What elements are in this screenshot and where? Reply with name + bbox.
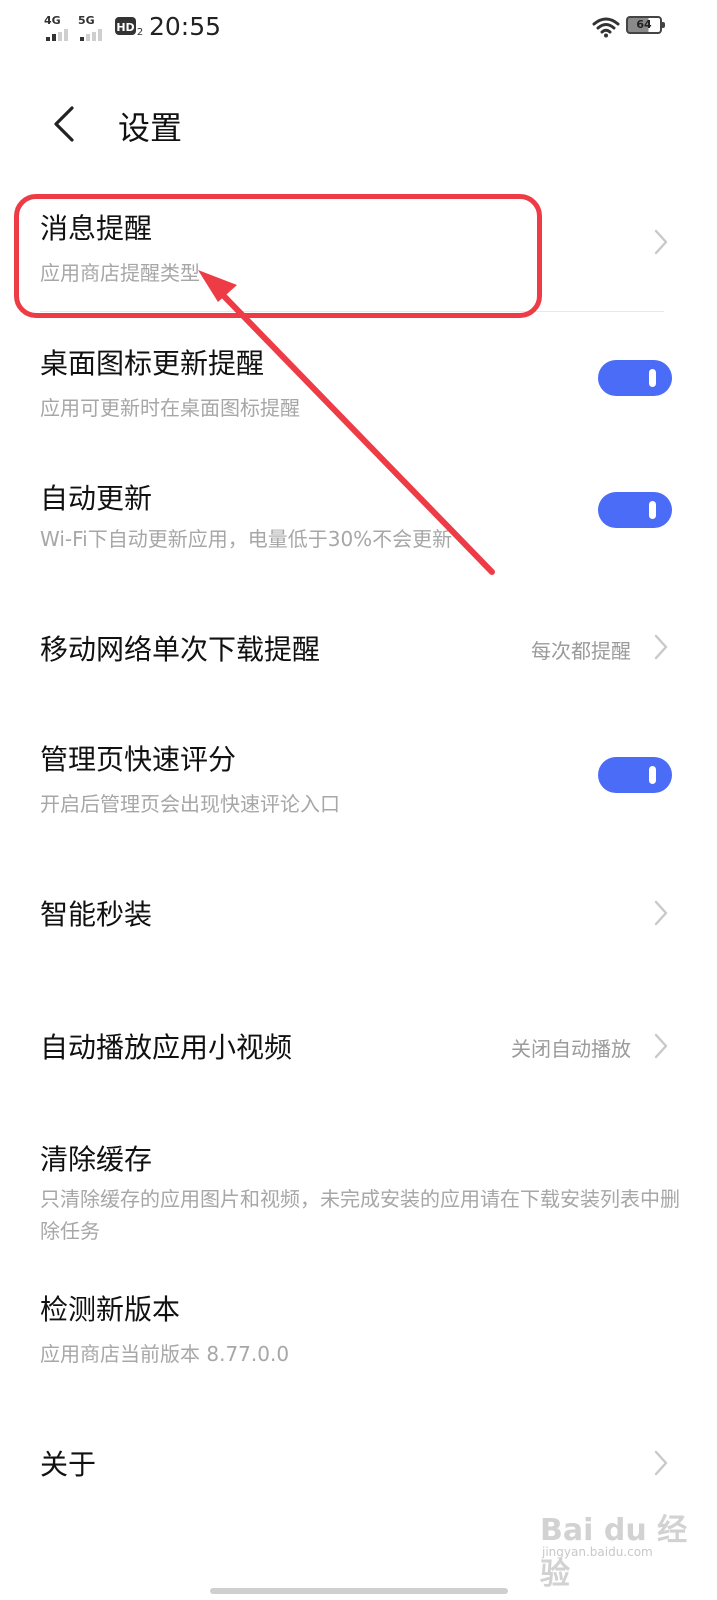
row-title: 自动更新 <box>40 482 153 515</box>
hd-label: HD <box>116 21 134 34</box>
row-subtitle: 只清除缓存的应用图片和视频，未完成安装的应用请在下载安装列表中删除任务 <box>40 1187 680 1243</box>
settings-row-auto-update: 自动更新 Wi-Fi下自动更新应用，电量低于30%不会更新 <box>0 465 717 575</box>
hd-sub: 2 <box>137 27 143 38</box>
settings-row-clear-cache[interactable]: 清除缓存 只清除缓存的应用图片和视频，未完成安装的应用请在下载安装列表中删除任务 <box>0 1130 717 1250</box>
toggle-switch[interactable] <box>598 492 672 528</box>
chevron-right-icon <box>654 634 668 660</box>
battery-icon: 64 <box>626 16 665 34</box>
settings-row-mobile-download[interactable]: 移动网络单次下载提醒 每次都提醒 <box>0 600 717 700</box>
page-title: 设置 <box>118 109 183 147</box>
settings-row-quick-rating: 管理页快速评分 开启后管理页会出现快速评论入口 <box>0 728 717 838</box>
toggle-switch[interactable] <box>598 757 672 793</box>
row-subtitle: 开启后管理页会出现快速评论入口 <box>40 792 340 816</box>
toggle-switch[interactable] <box>598 360 672 396</box>
header: 设置 <box>0 80 717 170</box>
row-title: 管理页快速评分 <box>40 743 237 776</box>
row-title: 移动网络单次下载提醒 <box>40 633 321 666</box>
chevron-left-icon[interactable] <box>44 102 84 146</box>
settings-row-desktop-icon-update: 桌面图标更新提醒 应用可更新时在桌面图标提醒 <box>0 330 717 440</box>
row-title: 桌面图标更新提醒 <box>40 347 265 380</box>
settings-row-autoplay-video[interactable]: 自动播放应用小视频 关闭自动播放 <box>0 998 717 1098</box>
settings-row-check-version[interactable]: 检测新版本 应用商店当前版本 8.77.0.0 <box>0 1280 717 1390</box>
chevron-right-icon <box>654 1033 668 1059</box>
settings-row-smart-install[interactable]: 智能秒装 <box>0 865 717 965</box>
baidu-watermark: Bai du 经验 jingyan.baidu.com <box>540 1495 700 1592</box>
home-indicator[interactable] <box>210 1588 508 1594</box>
wifi-icon <box>592 16 620 38</box>
row-value: 每次都提醒 <box>531 639 631 663</box>
toggle-knob <box>649 369 656 387</box>
toggle-knob <box>649 501 656 519</box>
row-value: 关闭自动播放 <box>511 1037 631 1061</box>
hd-voice-icon: HD 2 <box>115 16 145 38</box>
row-subtitle: 应用商店当前版本 8.77.0.0 <box>40 1342 290 1366</box>
row-subtitle: Wi-Fi下自动更新应用，电量低于30%不会更新 <box>40 527 453 551</box>
clock: 20:55 <box>149 12 222 41</box>
chevron-right-icon <box>654 229 668 255</box>
watermark-url: jingyan.baidu.com <box>542 1545 653 1559</box>
chevron-right-icon <box>654 1450 668 1476</box>
row-title: 智能秒装 <box>40 898 153 931</box>
row-title: 清除缓存 <box>40 1143 153 1176</box>
toggle-knob <box>649 766 656 784</box>
status-bar: 4G 5G HD 2 20:55 64 <box>0 0 717 54</box>
row-title: 检测新版本 <box>40 1293 181 1326</box>
row-subtitle: 应用可更新时在桌面图标提醒 <box>40 396 300 420</box>
row-title: 自动播放应用小视频 <box>40 1031 293 1064</box>
chevron-right-icon <box>654 900 668 926</box>
annotation-highlight-box <box>14 194 542 318</box>
row-title: 关于 <box>40 1448 97 1481</box>
